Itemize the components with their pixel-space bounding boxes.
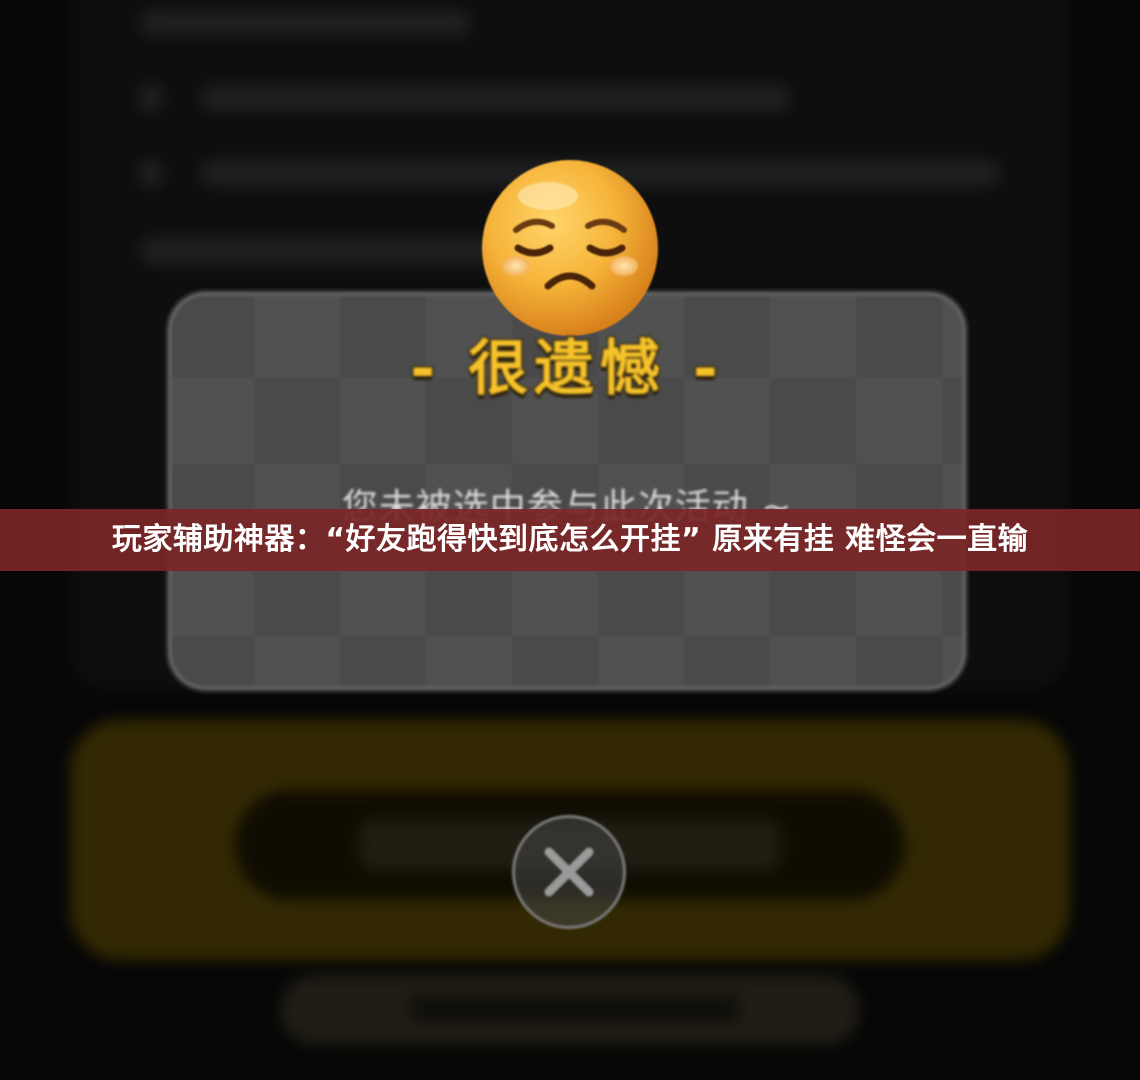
headline-banner: 玩家辅助神器：“好友跑得快到底怎么开挂” 原来有挂 难怪会一直输 (0, 509, 1140, 571)
sad-face-icon (478, 156, 662, 340)
dialog-title: - 很遗憾 - (409, 333, 724, 406)
close-button[interactable] (512, 815, 626, 929)
headline-text: 玩家辅助神器：“好友跑得快到底怎么开挂” 原来有挂 难怪会一直输 (111, 522, 1029, 557)
close-icon (544, 847, 594, 897)
